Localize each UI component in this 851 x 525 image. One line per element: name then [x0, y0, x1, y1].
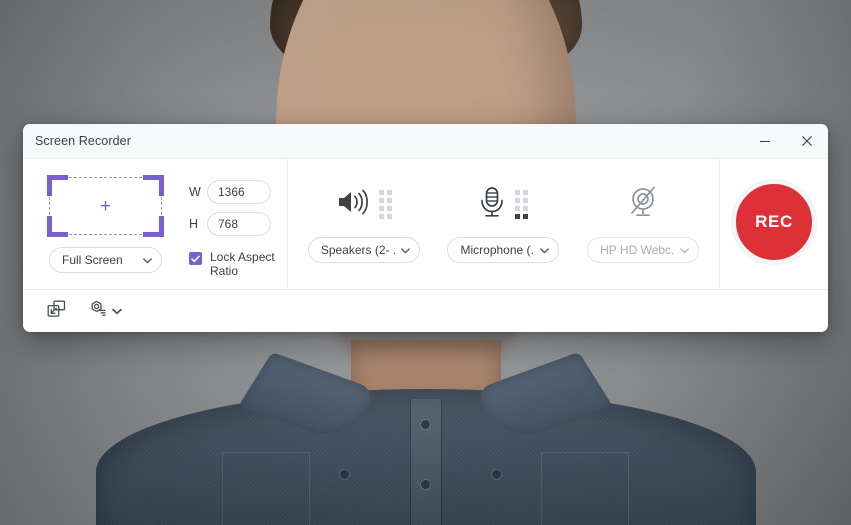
region-preset-value: Full Screen	[62, 253, 123, 267]
meter-cell	[515, 197, 521, 203]
meter-cell-active	[523, 213, 529, 219]
meter-cell	[515, 189, 521, 195]
height-row: H	[189, 209, 282, 238]
chevron-down-icon	[540, 243, 550, 257]
meter-cell	[378, 197, 384, 203]
chevron-down-icon	[400, 243, 410, 257]
speaker-icon[interactable]	[336, 187, 370, 222]
screen-root: Screen Recorder + Full Screen W 1366 H 7…	[0, 0, 851, 525]
screenshot-button[interactable]	[47, 300, 66, 323]
meter-cell	[386, 205, 392, 211]
chevron-down-icon	[680, 243, 690, 257]
meter-cell	[378, 213, 384, 219]
speaker-icon-row	[336, 181, 392, 227]
close-button[interactable]	[786, 124, 828, 158]
speaker-device-group: Speakers (2- ...	[297, 181, 431, 263]
screenshot-icon	[47, 300, 66, 323]
region-corner-top-right[interactable]	[143, 175, 164, 196]
meter-cell	[523, 189, 529, 195]
microphone-device-value: Microphone (...	[460, 243, 535, 257]
plus-icon: +	[99, 195, 112, 217]
chevron-down-icon	[112, 302, 122, 320]
speaker-device-value: Speakers (2- ...	[320, 243, 395, 257]
lock-aspect-ratio-label: Lock Aspect Ratio	[210, 250, 275, 278]
region-corner-bottom-left[interactable]	[47, 216, 68, 237]
capture-region-preview[interactable]: +	[47, 175, 164, 237]
window-title: Screen Recorder	[35, 134, 131, 148]
capture-area-panel: + Full Screen W 1366 H 768 Lock Aspect R…	[23, 159, 287, 289]
microphone-icon-row	[478, 181, 529, 227]
webcam-icon-row	[627, 181, 659, 227]
selection-column: + Full Screen	[47, 175, 173, 278]
meter-cell	[523, 205, 529, 211]
lock-aspect-ratio-checkbox[interactable]	[189, 252, 202, 265]
webcam-device-group: HP HD Webc...	[576, 181, 710, 263]
meter-cell	[378, 189, 384, 195]
meter-cell	[515, 205, 521, 211]
lock-aspect-ratio-row[interactable]: Lock Aspect Ratio	[189, 250, 282, 278]
dimensions-column: W H Lo	[189, 177, 282, 278]
speaker-level-meter	[378, 189, 392, 219]
height-input[interactable]	[207, 211, 271, 236]
meter-cell	[386, 213, 392, 219]
footer-toolbar	[23, 289, 828, 332]
microphone-icon[interactable]	[478, 186, 506, 223]
speaker-device-select[interactable]: Speakers (2- ...	[307, 237, 420, 263]
gear-icon	[88, 300, 107, 323]
microphone-device-group: Microphone (...	[436, 181, 570, 263]
width-label: W	[189, 184, 201, 199]
record-panel: REC	[720, 159, 828, 289]
meter-cell-active	[515, 213, 521, 219]
title-bar: Screen Recorder	[23, 124, 828, 159]
meter-cell	[386, 197, 392, 203]
region-corner-bottom-right[interactable]	[143, 216, 164, 237]
width-input[interactable]	[207, 179, 271, 204]
microphone-device-select[interactable]: Microphone (...	[447, 237, 560, 263]
height-label: H	[189, 216, 199, 231]
webcam-device-select[interactable]: HP HD Webc...	[587, 237, 700, 263]
region-preset-select[interactable]: Full Screen	[49, 247, 162, 273]
meter-cell	[378, 205, 384, 211]
region-corner-top-left[interactable]	[47, 175, 68, 196]
meter-cell	[386, 189, 392, 195]
webcam-device-value: HP HD Webc...	[600, 243, 675, 257]
record-button[interactable]: REC	[732, 180, 816, 264]
meter-cell	[523, 197, 529, 203]
width-row: W	[189, 177, 282, 206]
settings-button[interactable]	[88, 300, 122, 323]
microphone-level-meter	[515, 189, 529, 219]
window-body: + Full Screen W 1366 H 768 Lock Aspect R…	[23, 159, 828, 289]
chevron-down-icon	[143, 253, 152, 267]
capture-area-row: + Full Screen W 1366 H 768 Lock Aspect R…	[23, 175, 287, 278]
webcam-off-icon[interactable]	[627, 186, 659, 223]
minimize-button[interactable]	[744, 124, 786, 158]
device-panel: Speakers (2- ... Microphone (... HP HD W…	[288, 159, 719, 289]
screen-recorder-window: Screen Recorder + Full Screen W 1366 H 7…	[23, 124, 828, 332]
